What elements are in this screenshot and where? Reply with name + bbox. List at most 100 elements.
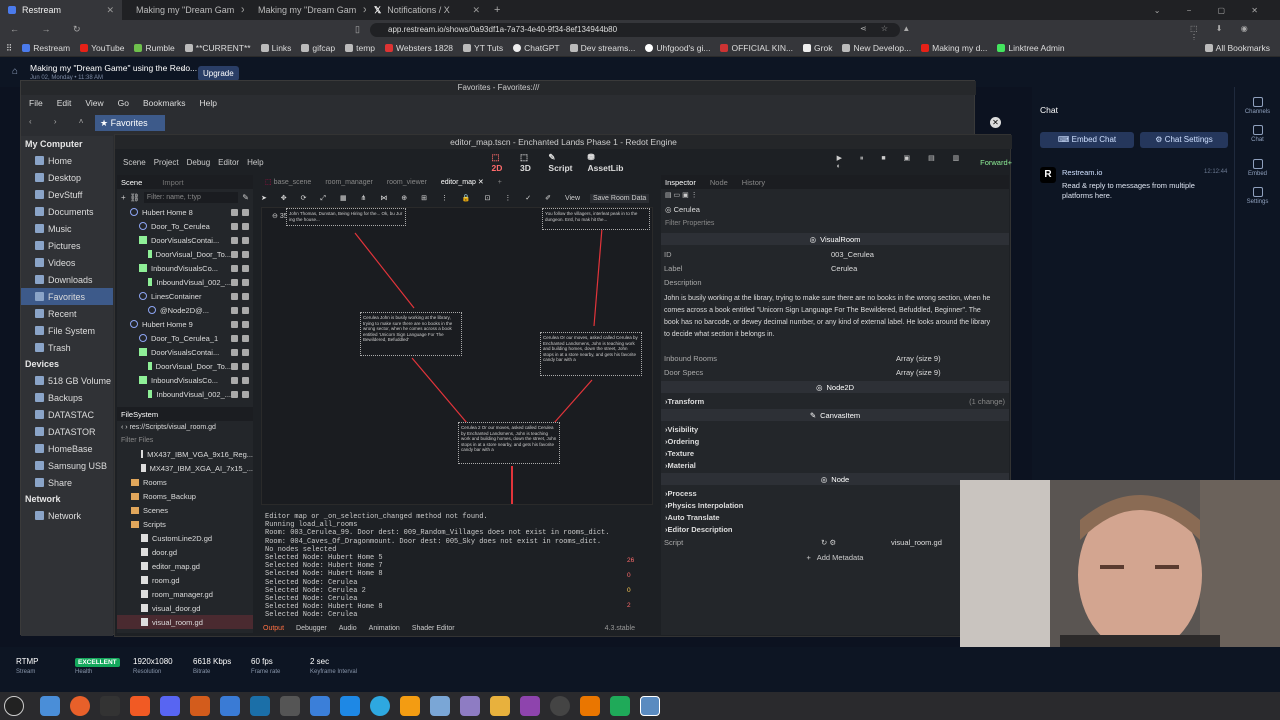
fs-item[interactable]: MX437_IBM_VGA_9x16_Reg... — [117, 447, 253, 461]
tree-item[interactable]: InboundVisualsCo... — [117, 373, 253, 387]
fs-item[interactable]: room_manager.gd — [117, 587, 253, 601]
upgrade-button[interactable]: Upgrade — [198, 66, 239, 81]
tab-scene[interactable]: Scene — [121, 178, 142, 187]
tree-item[interactable]: @Node2D@... — [117, 303, 253, 317]
section-node2d[interactable]: ◎ Node2D — [661, 381, 1009, 393]
sidebar-item-device[interactable]: Backups — [21, 389, 113, 406]
lock-icon[interactable] — [231, 250, 238, 258]
visibility-icon[interactable] — [242, 236, 249, 244]
fs-path[interactable]: ‹ › res://Scripts/visual_room.gd — [117, 421, 253, 435]
url-field[interactable]: app.restream.io/shows/0a93df1a-7a73-4e40… — [370, 23, 900, 37]
visibility-icon[interactable] — [242, 264, 249, 272]
rail-settings[interactable]: Settings — [1235, 187, 1280, 205]
app-icon[interactable] — [190, 696, 210, 716]
tab-animation[interactable]: Animation — [369, 625, 400, 632]
link-icon[interactable]: ⛓ — [130, 193, 140, 202]
prop-label[interactable]: Label Cerulea — [661, 261, 1009, 275]
sidebar-item-downloads[interactable]: Downloads — [21, 271, 113, 288]
fs-item[interactable]: MX437_IBM_XGA_AI_7x15_... — [117, 461, 253, 475]
fs-item[interactable]: Scripts — [117, 517, 253, 531]
add-tab-icon[interactable]: + — [498, 179, 502, 186]
view-menu[interactable]: View — [565, 195, 580, 202]
error-count[interactable]: 26 — [627, 557, 647, 564]
close-icon[interactable]: ✕ — [106, 5, 114, 16]
tab-history[interactable]: History — [742, 178, 765, 187]
section-process[interactable]: › Process — [661, 487, 1009, 499]
document-icon[interactable] — [340, 696, 360, 716]
bookmark-folder[interactable]: YT Tuts — [463, 43, 503, 53]
tree-item[interactable]: DoorVisual_Door_To... — [117, 247, 253, 261]
mode-script[interactable]: ✎ Script — [548, 152, 577, 173]
menu-edit[interactable]: Edit — [57, 98, 72, 108]
firefox-icon[interactable] — [70, 696, 90, 716]
bookmark[interactable]: Making my d... — [921, 43, 987, 53]
fs-item[interactable]: visual_room.gd — [117, 615, 253, 629]
lock-icon[interactable] — [231, 348, 238, 356]
bookmark-folder[interactable]: Links — [260, 43, 291, 53]
selected-object[interactable]: ◎ Cerulea — [661, 203, 1009, 217]
lock-icon[interactable] — [231, 264, 238, 272]
reload-icon[interactable]: ↻ ⚙ — [821, 538, 891, 547]
section-visualroom[interactable]: ◎ VisualRoom — [661, 233, 1009, 245]
bookmark-folder[interactable]: Dev streams... — [569, 43, 635, 53]
renderer-select[interactable]: Forward+ — [980, 158, 1012, 167]
visibility-icon[interactable] — [242, 250, 249, 258]
room-node[interactable]: John Thomas, Dunstan, Being Hiring for t… — [286, 208, 406, 226]
sidebar-item-device[interactable]: 518 GB Volume — [21, 372, 113, 389]
scene-filter-input[interactable]: Filter: name, t:typ — [143, 191, 239, 203]
rail-chat[interactable]: Chat — [1235, 125, 1280, 143]
rail-channels[interactable]: Channels — [1235, 97, 1280, 115]
tree-item[interactable]: Door_To_Cerulea_1 — [117, 331, 253, 345]
close-icon[interactable]: ✕ — [990, 117, 1001, 128]
bookmark[interactable]: Uhfgood's gi... — [645, 43, 710, 53]
tree-item[interactable]: InboundVisualsCo... — [117, 261, 253, 275]
browser-tab[interactable]: 𝕏 Notifications / X ✕ — [366, 0, 488, 20]
tree-item[interactable]: DoorVisualsContai... — [117, 233, 253, 247]
bookmark[interactable]: Rumble — [134, 43, 175, 53]
lock-icon[interactable] — [231, 362, 238, 370]
sidebar-heading-network[interactable]: Network — [21, 491, 113, 507]
menu-scene[interactable]: Scene — [123, 158, 146, 167]
lock-icon[interactable] — [231, 320, 238, 328]
sidebar-item-device[interactable]: Share — [21, 474, 113, 491]
visibility-icon[interactable] — [242, 390, 249, 398]
lock-icon[interactable] — [231, 390, 238, 398]
start-menu-icon[interactable] — [4, 696, 24, 716]
lock-icon[interactable] — [231, 236, 238, 244]
sidebar-item-devstuff[interactable]: DevStuff — [21, 186, 113, 203]
visibility-icon[interactable] — [242, 362, 249, 370]
terminal-icon[interactable] — [100, 696, 120, 716]
tab-base-scene[interactable]: ⬚ base_scene — [265, 178, 311, 186]
section-physics-interpolation[interactable]: › Physics Interpolation — [661, 499, 1009, 511]
script-icon[interactable]: ✎ — [242, 193, 249, 202]
chrome-icon[interactable] — [370, 696, 390, 716]
bookmark[interactable]: YouTube — [80, 43, 124, 53]
tree-item[interactable]: DoorVisual_Door_To... — [117, 359, 253, 373]
sidebar-item-device[interactable]: Samsung USB — [21, 457, 113, 474]
save-room-data-button[interactable]: Save Room Data — [590, 193, 650, 203]
send-icon[interactable] — [610, 696, 630, 716]
section-editor-description[interactable]: › Editor Description — [661, 523, 1009, 535]
sidebar-item-recent[interactable]: Recent — [21, 305, 113, 322]
menu-bookmarks[interactable]: Bookmarks — [143, 98, 186, 108]
room-node[interactable]: Cerulea Or our moves, asked called Cerul… — [540, 332, 642, 376]
sidebar-item-home[interactable]: Home — [21, 152, 113, 169]
rail-embed[interactable]: Embed — [1235, 159, 1280, 177]
location-favorites[interactable]: ★ Favorites — [95, 115, 165, 131]
prop-door-specs[interactable]: Door Specs Array (size 9) — [661, 365, 1009, 379]
browser-tab[interactable]: Making my "Dream Gam ✕ — [244, 0, 366, 20]
error-count[interactable]: 0 — [627, 572, 647, 579]
play-controls[interactable]: ▶ ⏸ ■ ▣ ▤ ▥ ◐ — [837, 154, 975, 170]
prop-inbound-rooms[interactable]: Inbound Rooms Array (size 9) — [661, 351, 1009, 365]
tree-item[interactable]: Door_To_Cerulea — [117, 219, 253, 233]
sidebar-item-videos[interactable]: Videos — [21, 254, 113, 271]
sidebar-item-trash[interactable]: Trash — [21, 339, 113, 356]
share-icon[interactable]: ⋖ ☆ ▲ — [860, 24, 916, 33]
lock-icon[interactable] — [231, 306, 238, 314]
prop-script[interactable]: Script ↻ ⚙ visual_room.gd — [661, 535, 1009, 549]
room-node-cerulea-2[interactable]: Cerulea 2 Or our moves, asked called Cer… — [458, 422, 560, 464]
menu-file[interactable]: File — [29, 98, 43, 108]
sidebar-item-documents[interactable]: Documents — [21, 203, 113, 220]
sidebar-heading-my-computer[interactable]: My Computer — [21, 136, 113, 152]
chevron-down-icon[interactable]: ⌄ — [180, 63, 187, 72]
